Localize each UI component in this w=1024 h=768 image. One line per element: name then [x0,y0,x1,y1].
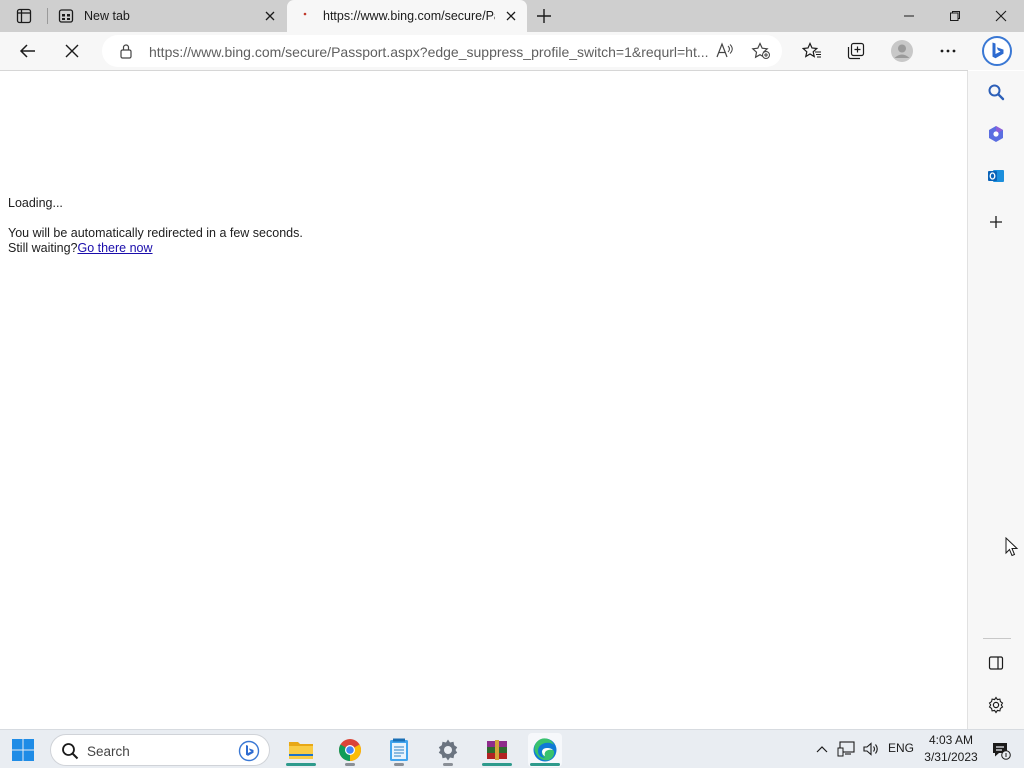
tab-actions-icon [16,8,32,24]
taskbar: ENG 4:03 AM 3/31/2023 [0,729,1024,768]
windows-logo-icon [12,739,34,761]
clock-date: 3/31/2023 [924,750,978,764]
collections-button[interactable] [841,36,871,66]
avatar-icon [891,40,913,62]
language-indicator[interactable]: ENG [888,741,914,755]
clock-time: 4:03 AM [928,733,974,747]
profile-button[interactable] [887,36,917,66]
tab-bing-passport[interactable]: https://www.bing.com/secure/Passport.asp… [287,0,527,32]
hide-sidebar-button[interactable] [984,651,1008,675]
running-indicator [345,763,355,766]
restore-button[interactable] [932,0,978,32]
collections-icon [847,42,865,60]
tab-title: New tab [84,9,130,23]
notepad-icon [390,738,408,761]
tab-new-tab[interactable]: New tab [48,0,286,32]
web-content: Loading... You will be automatically red… [0,71,967,729]
search-input[interactable] [87,743,227,759]
close-icon [995,10,1007,22]
sidebar-tools-button[interactable] [984,122,1008,146]
browser-toolbar [0,32,1024,70]
taskbar-notepad[interactable] [382,733,416,767]
chevron-up-icon [816,746,828,753]
running-indicator [443,763,453,766]
add-favorite-icon[interactable] [750,41,772,61]
plus-icon [537,9,551,23]
favorites-icon [802,42,821,58]
close-tab-icon[interactable] [503,8,519,24]
winrar-icon [487,740,507,760]
running-indicator [286,763,316,766]
go-there-now-link[interactable]: Go there now [77,241,152,255]
network-icon [837,741,855,757]
copilot-icon [989,126,1003,142]
sidebar-divider [983,638,1011,639]
bing-icon [982,36,1012,66]
minimize-button[interactable] [886,0,932,32]
settings-more-button[interactable] [933,36,963,66]
lock-icon[interactable] [118,43,134,59]
loading-text: Loading... [8,196,63,210]
taskbar-edge[interactable] [528,733,562,767]
bing-copilot-button[interactable] [980,34,1014,68]
settings-gear-icon [438,739,458,761]
volume-tray-button[interactable] [861,739,881,759]
minimize-icon [904,15,914,17]
back-button[interactable] [13,36,43,66]
redirect-message: You will be automatically redirected in … [8,226,303,240]
edge-sidebar [967,71,1024,729]
running-indicator [482,763,512,766]
back-arrow-icon [19,44,35,58]
chrome-icon [339,739,361,761]
newtab-icon [58,8,74,24]
url-field[interactable] [149,43,709,61]
search-icon [62,743,79,760]
search-icon [988,84,1005,101]
bing-icon[interactable] [238,740,260,762]
stop-loading-button[interactable] [57,36,87,66]
mouse-cursor-icon [1005,537,1019,557]
split-screen-icon [988,656,1004,670]
taskbar-search[interactable] [50,734,270,766]
active-indicator [530,763,560,766]
favorites-button[interactable] [797,36,827,66]
volume-icon [863,742,878,756]
notification-center-button[interactable] [990,739,1012,761]
taskbar-winrar[interactable] [480,733,514,767]
network-tray-button[interactable] [836,739,856,759]
tab-strip: New tab https://www.bing.com/secure/Pass… [0,0,1024,32]
taskbar-settings[interactable] [431,733,465,767]
running-indicator [394,763,404,766]
close-window-button[interactable] [978,0,1024,32]
restore-icon [950,11,960,21]
settings-icon [988,696,1004,714]
taskbar-file-explorer[interactable] [284,733,318,767]
close-tab-icon[interactable] [262,8,278,24]
still-waiting-text: Still waiting? [8,241,78,255]
more-icon [940,49,956,53]
address-bar[interactable] [102,35,782,67]
tab-title: https://www.bing.com/secure/Passport.asp… [323,9,495,23]
sidebar-search-button[interactable] [984,80,1008,104]
loading-dot-icon [297,8,313,24]
tab-actions-button[interactable] [8,4,40,28]
taskbar-chrome[interactable] [333,733,367,767]
sidebar-settings-button[interactable] [984,693,1008,717]
stop-icon [65,44,79,58]
clock[interactable]: 4:03 AM 3/31/2023 [922,732,980,766]
still-waiting-line: Still waiting?Go there now [8,241,153,255]
notification-icon [993,743,1011,760]
outlook-icon [988,170,1004,182]
add-icon [990,216,1002,228]
sidebar-outlook-button[interactable] [984,164,1008,188]
start-button[interactable] [11,738,35,762]
new-tab-button[interactable] [533,5,555,27]
file-explorer-icon [289,742,313,759]
show-hidden-icons-button[interactable] [815,739,829,759]
read-aloud-icon[interactable] [714,41,736,61]
edge-icon [533,738,557,762]
sidebar-add-button[interactable] [984,210,1008,234]
